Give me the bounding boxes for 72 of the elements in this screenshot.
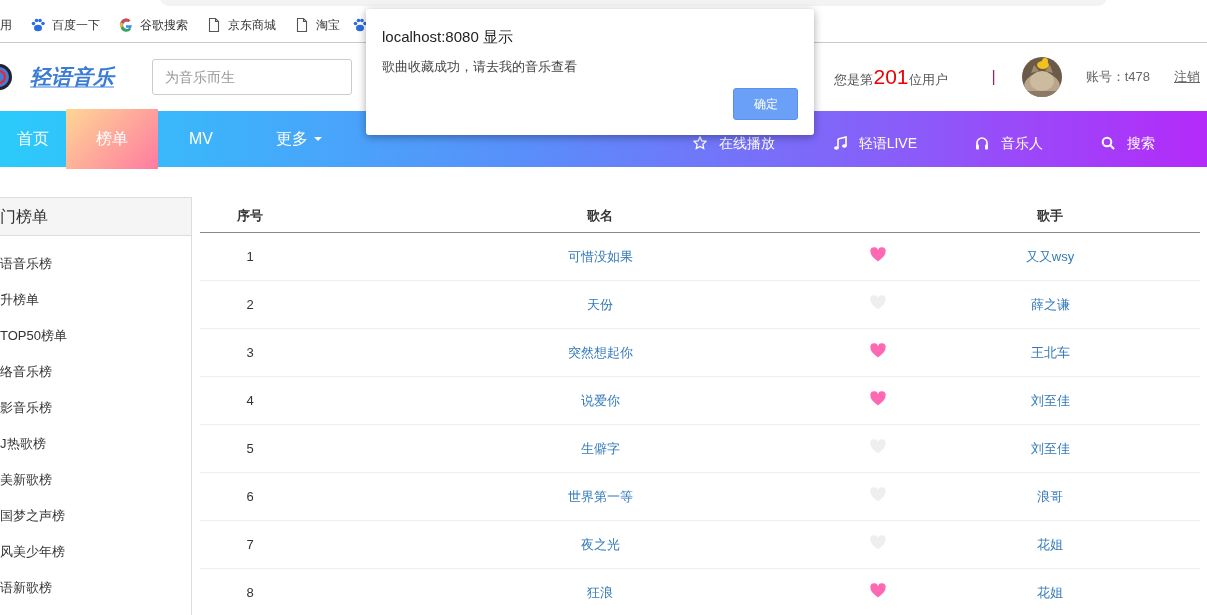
heart-icon[interactable] — [870, 246, 886, 262]
music-note-icon — [832, 136, 847, 150]
song-link[interactable]: 世界第一等 — [567, 488, 633, 504]
song-link[interactable]: 说爱你 — [580, 392, 620, 408]
song-link[interactable]: 狂浪 — [587, 584, 613, 600]
bookmark[interactable]: 京东商城 — [206, 16, 276, 34]
table-cell-text: 3 — [245, 343, 255, 362]
nav-link[interactable]: 轻语LIVE — [832, 132, 917, 154]
dialog-message: 歌曲收藏成功，请去我的音乐查看 — [382, 57, 578, 76]
sidebar-item[interactable]: J热歌榜 — [0, 434, 46, 454]
logout-link[interactable]: 注销 — [1174, 67, 1200, 87]
nav-link[interactable]: 音乐人 — [975, 132, 1043, 154]
column-header: 序号 — [236, 206, 264, 225]
sidebar-item[interactable]: 络音乐榜 — [0, 362, 52, 382]
nav-tab[interactable]: 更多 — [244, 111, 354, 167]
google-icon — [118, 17, 134, 33]
nav-link[interactable]: 搜索 — [1101, 132, 1155, 154]
sidebar-item[interactable]: 风美少年榜 — [0, 542, 65, 562]
logo-text[interactable]: 轻语音乐 — [30, 61, 114, 93]
song-link[interactable]: 生僻字 — [580, 440, 620, 456]
nav-link[interactable]: 在线播放 — [692, 132, 775, 154]
song-link[interactable]: 可惜没如果 — [567, 248, 633, 264]
artist-link[interactable]: 刘至佳 — [1030, 440, 1070, 456]
artist-link[interactable]: 又又wsy — [1025, 248, 1075, 264]
artist-link[interactable]: 花姐 — [1037, 584, 1063, 600]
search-icon — [1101, 136, 1115, 150]
table-cell-text: 4 — [245, 391, 255, 410]
heart-icon[interactable] — [870, 582, 886, 598]
artist-link[interactable]: 刘至佳 — [1030, 392, 1070, 408]
bookmark[interactable]: 百度一下 — [30, 16, 100, 34]
search-field[interactable]: 为音乐而生 — [152, 59, 352, 95]
sidebar-item[interactable]: 影音乐榜 — [0, 398, 52, 418]
page-icon — [206, 17, 222, 33]
paw-icon — [30, 17, 46, 33]
heart-icon[interactable] — [870, 390, 886, 406]
account-text: 账号：t478 — [1085, 68, 1150, 87]
star-icon — [692, 136, 707, 150]
column-header: 歌手 — [1036, 206, 1064, 225]
table-cell-text: 1 — [245, 247, 255, 266]
sidebar-item[interactable]: 国梦之声榜 — [0, 506, 65, 526]
table-cell-text: 8 — [245, 583, 255, 602]
table-cell-text: 6 — [245, 487, 255, 506]
heart-icon[interactable] — [870, 342, 886, 358]
table-cell-text: 7 — [245, 535, 255, 554]
table-cell-text: 5 — [245, 439, 255, 458]
sidebar-item[interactable]: 升榜单 — [0, 290, 39, 310]
artist-link[interactable]: 薛之谦 — [1030, 296, 1070, 312]
table-cell-text: 2 — [245, 295, 255, 314]
artist-link[interactable]: 花姐 — [1037, 536, 1063, 552]
logo-icon — [0, 63, 14, 91]
dialog-title: localhost:8080 显示 — [382, 27, 514, 47]
artist-link[interactable]: 王北车 — [1030, 344, 1070, 360]
separator: | — [991, 67, 996, 87]
song-link[interactable]: 夜之光 — [580, 536, 620, 552]
paw-icon[interactable] — [352, 17, 368, 33]
sidebar-item[interactable]: 美新歌榜 — [0, 470, 52, 490]
artist-link[interactable]: 浪哥 — [1037, 488, 1063, 504]
column-header: 歌名 — [586, 206, 614, 225]
song-link[interactable]: 突然想起你 — [567, 344, 633, 360]
bookmark[interactable]: 淘宝 — [294, 16, 340, 34]
sidebar-title: 门榜单 — [0, 206, 48, 227]
caret-icon — [314, 137, 322, 141]
bookmark[interactable]: 谷歌搜索 — [118, 16, 188, 34]
sidebar-item[interactable]: 语新歌榜 — [0, 578, 52, 598]
headphones-icon — [975, 136, 989, 150]
sidebar-item[interactable]: TOP50榜单 — [0, 326, 67, 346]
sidebar-item[interactable]: 语音乐榜 — [0, 254, 52, 274]
page-icon — [294, 17, 310, 33]
bookmark[interactable]: 用 — [0, 16, 12, 34]
ok-button[interactable]: 确定 — [733, 88, 798, 120]
song-link[interactable]: 天份 — [587, 296, 613, 312]
user-count-text: 您是第201位用户 — [834, 64, 948, 91]
